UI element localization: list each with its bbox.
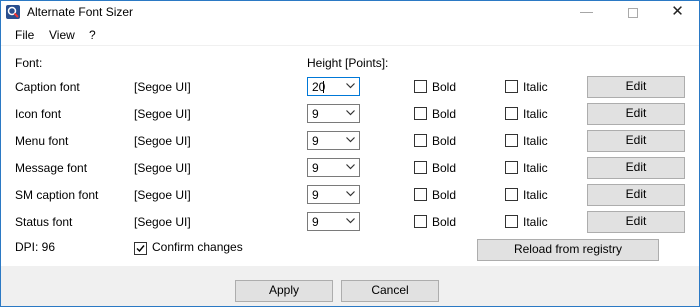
height-header: Height [Points]: — [307, 56, 389, 70]
italic-checkbox[interactable] — [505, 80, 518, 93]
edit-font-button[interactable]: Edit — [587, 130, 685, 152]
height-select[interactable]: 20 — [307, 77, 360, 96]
bold-checkbox[interactable] — [414, 161, 427, 174]
dialog-footer: Apply Cancel — [1, 267, 699, 306]
menu-help[interactable]: ? — [89, 28, 96, 42]
text-cursor — [323, 81, 324, 93]
italic-checkbox[interactable] — [505, 215, 518, 228]
italic-label: Italic — [523, 161, 548, 175]
bold-label: Bold — [432, 134, 457, 148]
chevron-down-icon — [346, 110, 355, 116]
height-select[interactable]: 9 — [307, 212, 360, 231]
italic-checkbox[interactable] — [505, 107, 518, 120]
maximize-icon — [627, 8, 638, 18]
bold-checkbox[interactable] — [414, 80, 427, 93]
height-value: 9 — [312, 134, 319, 148]
edit-font-button[interactable]: Edit — [587, 157, 685, 179]
font-face-value: [Segoe UI] — [134, 80, 191, 94]
italic-label: Italic — [523, 134, 548, 148]
italic-label: Italic — [523, 80, 548, 94]
chevron-down-icon — [346, 164, 355, 170]
italic-label: Italic — [523, 188, 548, 202]
reload-from-registry-button[interactable]: Reload from registry — [477, 239, 659, 261]
italic-label: Italic — [523, 215, 548, 229]
font-face-value: [Segoe UI] — [134, 161, 191, 175]
font-row-label: SM caption font — [15, 188, 99, 202]
edit-font-button[interactable]: Edit — [587, 184, 685, 206]
close-button[interactable]: ✕ — [655, 1, 699, 25]
confirm-changes-checkbox[interactable] — [134, 242, 147, 255]
checkmark-icon — [136, 245, 145, 253]
bold-label: Bold — [432, 215, 457, 229]
edit-font-button[interactable]: Edit — [587, 76, 685, 98]
height-select[interactable]: 9 — [307, 131, 360, 150]
bold-label: Bold — [432, 80, 457, 94]
font-row-label: Status font — [15, 215, 73, 229]
bold-checkbox[interactable] — [414, 107, 427, 120]
chevron-down-icon — [346, 137, 355, 143]
edit-font-button[interactable]: Edit — [587, 211, 685, 233]
maximize-button[interactable] — [610, 1, 655, 25]
font-row-label: Icon font — [15, 107, 62, 121]
edit-font-button[interactable]: Edit — [587, 103, 685, 125]
menu-bar: File View ? — [1, 25, 699, 46]
menu-file[interactable]: File — [15, 28, 34, 42]
font-face-value: [Segoe UI] — [134, 215, 191, 229]
height-value: 9 — [312, 161, 319, 175]
bold-label: Bold — [432, 161, 457, 175]
chevron-down-icon — [346, 83, 355, 89]
height-value: 9 — [312, 188, 319, 202]
font-row-label: Caption font — [15, 80, 80, 94]
italic-checkbox[interactable] — [505, 134, 518, 147]
bold-checkbox[interactable] — [414, 215, 427, 228]
font-face-value: [Segoe UI] — [134, 107, 191, 121]
app-magnifier-icon — [6, 5, 20, 19]
font-settings-panel: Font: Height [Points]: DPI: 96 Confirm c… — [1, 46, 699, 266]
bold-label: Bold — [432, 107, 457, 121]
height-select[interactable]: 9 — [307, 104, 360, 123]
height-value: 9 — [312, 215, 319, 229]
bold-label: Bold — [432, 188, 457, 202]
window-title: Alternate Font Sizer — [27, 5, 134, 19]
menu-view[interactable]: View — [49, 28, 75, 42]
chevron-down-icon — [346, 191, 355, 197]
minimize-button[interactable]: — — [564, 1, 609, 25]
height-select[interactable]: 9 — [307, 158, 360, 177]
title-bar: Alternate Font Sizer — ✕ — [1, 1, 699, 25]
bold-checkbox[interactable] — [414, 188, 427, 201]
italic-checkbox[interactable] — [505, 161, 518, 174]
height-select[interactable]: 9 — [307, 185, 360, 204]
italic-label: Italic — [523, 107, 548, 121]
font-header: Font: — [15, 56, 43, 70]
font-row-label: Menu font — [15, 134, 69, 148]
font-face-value: [Segoe UI] — [134, 188, 191, 202]
chevron-down-icon — [346, 218, 355, 224]
cancel-button[interactable]: Cancel — [341, 280, 439, 302]
italic-checkbox[interactable] — [505, 188, 518, 201]
height-value: 9 — [312, 107, 319, 121]
bold-checkbox[interactable] — [414, 134, 427, 147]
font-face-value: [Segoe UI] — [134, 134, 191, 148]
apply-button[interactable]: Apply — [235, 280, 333, 302]
confirm-changes-label: Confirm changes — [152, 240, 243, 254]
font-row-label: Message font — [15, 161, 88, 175]
dpi-label: DPI: 96 — [15, 240, 56, 254]
app-window: Alternate Font Sizer — ✕ File View ? Fon… — [0, 0, 700, 307]
